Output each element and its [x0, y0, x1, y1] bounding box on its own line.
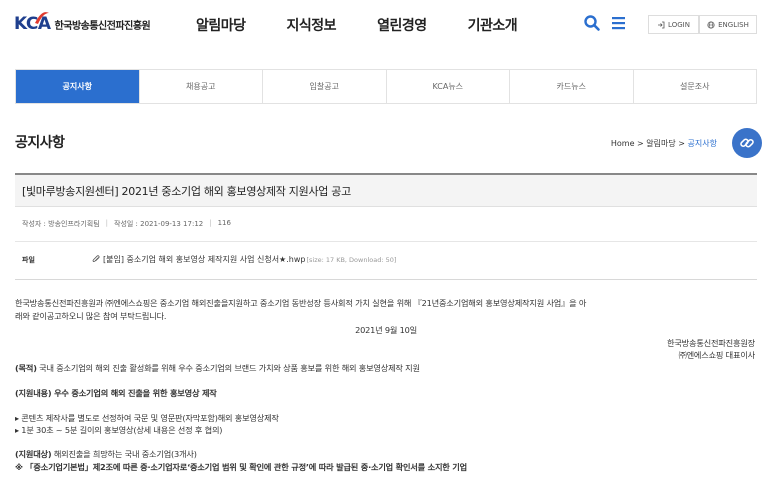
- nav-item-management[interactable]: 열린경영: [377, 15, 427, 35]
- tab-recruit[interactable]: 채용공고: [138, 70, 263, 103]
- logo-swoosh-icon: [34, 12, 49, 24]
- nav-item-notice[interactable]: 알림마당: [196, 15, 246, 35]
- login-label: LOGIN: [668, 20, 690, 29]
- eligibility-note: ※ 「중소기업기본법」제2조에 따른 중·소기업자로‘중소기업 범위 및 확인에…: [15, 462, 467, 472]
- link-icon: [740, 138, 754, 148]
- login-button[interactable]: LOGIN: [648, 15, 699, 34]
- site-header: KCA 한국방송통신전파진흥원 알림마당 지식정보 열린경영 기관소개 LOGI…: [0, 0, 773, 52]
- breadcrumb-home[interactable]: Home: [611, 139, 635, 148]
- nav-item-knowledge[interactable]: 지식정보: [287, 15, 337, 35]
- content-heading: (지원내용) 우수 중소기업의 해외 진출을 위한 홍보영상 제작: [15, 388, 217, 398]
- menu-icon[interactable]: [610, 14, 628, 32]
- divider: [15, 279, 757, 280]
- meta-divider: |: [105, 219, 109, 227]
- attachment-row: 파일 [붙임] 중소기업 해외 홍보영상 제작지원 사업 신청서★.hwp [s…: [22, 254, 396, 265]
- intro-line-2: 래와 같이공고하오니 많은 참여 부탁드립니다.: [15, 311, 167, 321]
- file-label: 파일: [22, 255, 35, 264]
- article-views: 116: [217, 219, 231, 227]
- tab-card-news[interactable]: 카드뉴스: [509, 70, 633, 103]
- file-name: [붙임] 중소기업 해외 홍보영상 제작지원 사업 신청서★.hwp: [103, 255, 306, 264]
- search-icon[interactable]: [583, 14, 601, 32]
- notice-date: 2021년 9월 10일: [355, 325, 417, 335]
- purpose-text: 국내 중소기업의 해외 진출 활성화를 위해 우수 중소기업의 브랜드 가치와 …: [36, 363, 420, 373]
- site-logo[interactable]: KCA 한국방송통신전파진흥원: [14, 12, 151, 35]
- signature-kca: 한국방송통신전파진흥원장: [667, 338, 755, 348]
- target-paragraph: (지원대상) 해외진출을 희망하는 국내 중소기업(3개사): [15, 448, 197, 460]
- sub-nav: 공지사항 채용공고 입찰공고 KCA뉴스 카드뉴스 설문조사: [15, 69, 757, 104]
- article-author: 작성자 : 방송인프라기획팀: [22, 220, 100, 228]
- article-date: 작성일 : 2021-09-13 17:12: [114, 220, 204, 228]
- breadcrumb-separator: >: [637, 139, 647, 148]
- article-title: [빛마루방송지원센터] 2021년 중소기업 해외 홍보영상제작 지원사업 공고: [22, 184, 351, 198]
- login-icon: [658, 21, 665, 28]
- english-label: ENGLISH: [718, 20, 749, 29]
- globe-icon: [707, 20, 715, 29]
- main-nav: 알림마당 지식정보 열린경영 기관소개: [196, 15, 558, 35]
- signature-ns: ㈜엔에스쇼핑 대표이사: [678, 350, 756, 360]
- tab-survey[interactable]: 설문조사: [632, 70, 757, 103]
- nav-item-about[interactable]: 기관소개: [468, 15, 518, 35]
- breadcrumb-separator: >: [678, 139, 688, 148]
- share-button[interactable]: [732, 128, 762, 158]
- purpose-label: (목적): [15, 363, 37, 373]
- breadcrumb-section[interactable]: 알림마당: [646, 139, 675, 148]
- tab-bid[interactable]: 입찰공고: [262, 70, 386, 103]
- org-name: 한국방송통신전파진흥원: [54, 20, 151, 32]
- page-title: 공지사항: [15, 135, 65, 151]
- bullet-item: ▸ 콘텐츠 제작사를 별도로 선정하여 국문 및 영문판(자막포함)해외 홍보영…: [15, 413, 279, 423]
- bullet-item: ▸ 1분 30초 ~ 5분 길이의 홍보영상(상세 내용은 선정 후 협의): [15, 425, 223, 435]
- english-button[interactable]: ENGLISH: [699, 15, 757, 34]
- divider: [15, 241, 757, 242]
- article-header: [빛마루방송지원센터] 2021년 중소기업 해외 홍보영상제작 지원사업 공고: [15, 173, 757, 207]
- article-meta: 작성자 : 방송인프라기획팀 | 작성일 : 2021-09-13 17:12 …: [22, 219, 231, 229]
- breadcrumb-current[interactable]: 공지사항: [688, 139, 717, 148]
- target-text: 해외진출을 희망하는 국내 중소기업(3개사): [51, 449, 197, 459]
- paperclip-icon: [92, 255, 100, 262]
- tab-kca-news[interactable]: KCA뉴스: [385, 70, 510, 103]
- intro-line-1: 한국방송통신전파진흥원과 ㈜엔에스쇼핑은 중소기업 해외진출을지원하고 중소기업…: [15, 298, 587, 308]
- tab-notice[interactable]: 공지사항: [16, 70, 139, 103]
- meta-divider: |: [209, 219, 212, 227]
- target-label: (지원대상): [15, 449, 52, 459]
- file-meta: [size: 17 KB, Download: 50]: [306, 255, 397, 264]
- attachment-link[interactable]: [붙임] 중소기업 해외 홍보영상 제작지원 사업 신청서★.hwp [size…: [92, 254, 396, 265]
- purpose-paragraph: (목적) 국내 중소기업의 해외 진출 활성화를 위해 우수 중소기업의 브랜드…: [15, 362, 420, 374]
- breadcrumb: Home > 알림마당 > 공지사항: [611, 138, 717, 149]
